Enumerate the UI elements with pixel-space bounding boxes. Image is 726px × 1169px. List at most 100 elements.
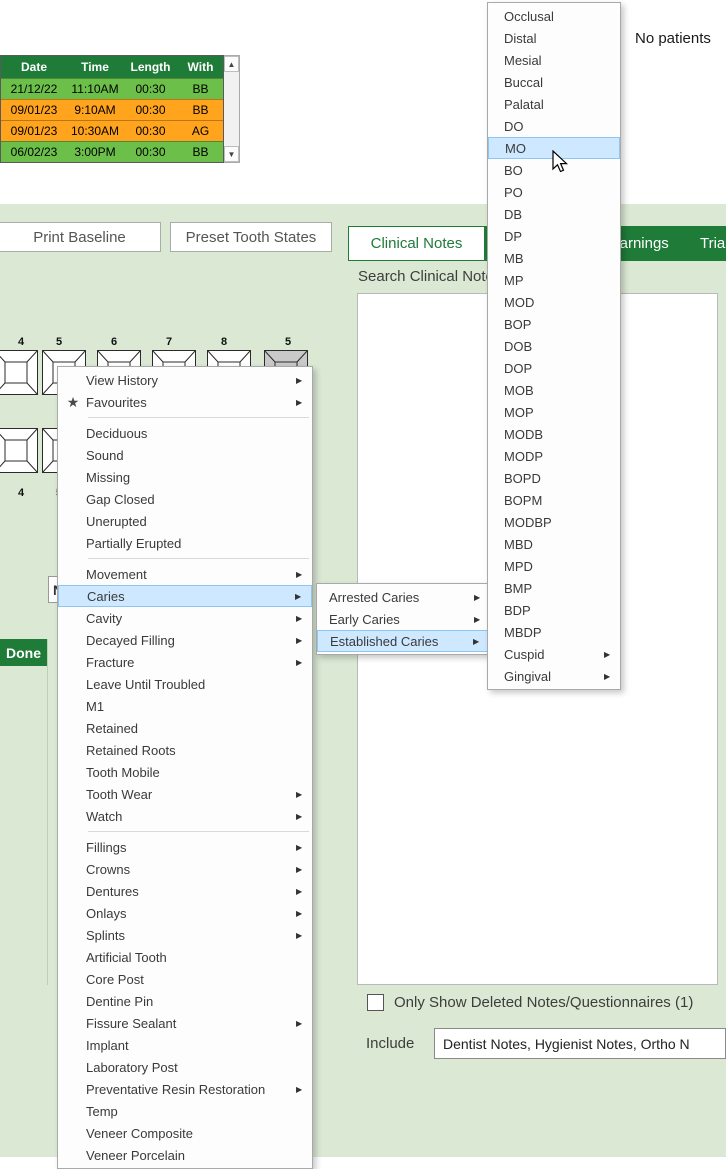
appointment-row[interactable]: 06/02/233:00PM00:30BB	[1, 141, 223, 162]
appointment-row[interactable]: 21/12/2211:10AM00:30BB	[1, 78, 223, 99]
submenu-arrow-icon: ▶	[296, 887, 312, 896]
menu-item-buccal[interactable]: Buccal	[488, 71, 620, 93]
menu-item-dop[interactable]: DOP	[488, 357, 620, 379]
scroll-up-button[interactable]: ▲	[224, 56, 239, 72]
menu-item-dp[interactable]: DP	[488, 225, 620, 247]
tooth-upper-4[interactable]	[0, 350, 38, 395]
menu-item-bdp[interactable]: BDP	[488, 599, 620, 621]
menu-item-veneer-porcelain[interactable]: Veneer Porcelain	[58, 1144, 312, 1166]
menu-item-artificial-tooth[interactable]: Artificial Tooth	[58, 946, 312, 968]
menu-item-established-caries[interactable]: Established Caries▶	[317, 630, 490, 652]
menu-item-mpd[interactable]: MPD	[488, 555, 620, 577]
include-filter-field[interactable]: Dentist Notes, Hygienist Notes, Ortho N	[434, 1028, 726, 1059]
menu-item-modbp[interactable]: MODBP	[488, 511, 620, 533]
menu-item-label: Established Caries	[330, 634, 473, 649]
appointment-row[interactable]: 09/01/2310:30AM00:30AG	[1, 120, 223, 141]
menu-item-dentures[interactable]: Dentures▶	[58, 880, 312, 902]
menu-item-arrested-caries[interactable]: Arrested Caries▶	[317, 586, 490, 608]
menu-item-occlusal[interactable]: Occlusal	[488, 5, 620, 27]
menu-item-palatal[interactable]: Palatal	[488, 93, 620, 115]
menu-item-gingival[interactable]: Gingival▶	[488, 665, 620, 687]
menu-item-unerupted[interactable]: Unerupted	[58, 510, 312, 532]
menu-item-tooth-wear[interactable]: Tooth Wear▶	[58, 783, 312, 805]
menu-item-label: Gingival	[504, 669, 604, 684]
menu-item-db[interactable]: DB	[488, 203, 620, 225]
menu-item-watch[interactable]: Watch▶	[58, 805, 312, 827]
menu-item-mesial[interactable]: Mesial	[488, 49, 620, 71]
menu-item-caries[interactable]: Caries▶	[58, 585, 312, 607]
menu-item-label: Veneer Porcelain	[86, 1148, 296, 1163]
menu-item-modb[interactable]: MODB	[488, 423, 620, 445]
menu-item-mod[interactable]: MOD	[488, 291, 620, 313]
menu-item-dob[interactable]: DOB	[488, 335, 620, 357]
menu-item-distal[interactable]: Distal	[488, 27, 620, 49]
menu-item-bop[interactable]: BOP	[488, 313, 620, 335]
menu-item-mp[interactable]: MP	[488, 269, 620, 291]
menu-item-laboratory-post[interactable]: Laboratory Post	[58, 1056, 312, 1078]
menu-item-crowns[interactable]: Crowns▶	[58, 858, 312, 880]
appointment-cell: 11:10AM	[67, 82, 123, 96]
menu-item-label: Leave Until Troubled	[86, 677, 296, 692]
menu-item-retained-roots[interactable]: Retained Roots	[58, 739, 312, 761]
menu-item-modp[interactable]: MODP	[488, 445, 620, 467]
menu-item-label: Tooth Wear	[86, 787, 296, 802]
menu-item-tooth-mobile[interactable]: Tooth Mobile	[58, 761, 312, 783]
column-header: Length	[123, 60, 178, 74]
menu-item-decayed-filling[interactable]: Decayed Filling▶	[58, 629, 312, 651]
menu-item-dentine-pin[interactable]: Dentine Pin	[58, 990, 312, 1012]
menu-item-view-history[interactable]: View History▶	[58, 369, 312, 391]
print-baseline-button[interactable]: Print Baseline	[0, 222, 161, 252]
menu-item-bopd[interactable]: BOPD	[488, 467, 620, 489]
menu-item-mbdp[interactable]: MBDP	[488, 621, 620, 643]
appointments-scrollbar[interactable]: ▲ ▼	[224, 55, 240, 163]
menu-item-early-caries[interactable]: Early Caries▶	[317, 608, 490, 630]
menu-item-onlays[interactable]: Onlays▶	[58, 902, 312, 924]
tooth-lower[interactable]	[0, 428, 38, 473]
show-deleted-checkbox[interactable]	[367, 994, 384, 1011]
menu-item-gap-closed[interactable]: Gap Closed	[58, 488, 312, 510]
menu-item-sound[interactable]: Sound	[58, 444, 312, 466]
appointment-cell: 09/01/23	[1, 103, 67, 117]
appointments-table: DateTimeLengthWith 21/12/2211:10AM00:30B…	[0, 55, 240, 163]
menu-item-fissure-sealant[interactable]: Fissure Sealant▶	[58, 1012, 312, 1034]
menu-item-label: BOP	[504, 317, 604, 332]
menu-item-fracture[interactable]: Fracture▶	[58, 651, 312, 673]
menu-item-bmp[interactable]: BMP	[488, 577, 620, 599]
menu-item-label: Implant	[86, 1038, 296, 1053]
menu-item-m1[interactable]: M1	[58, 695, 312, 717]
menu-item-mop[interactable]: MOP	[488, 401, 620, 423]
menu-item-cavity[interactable]: Cavity▶	[58, 607, 312, 629]
menu-item-fillings[interactable]: Fillings▶	[58, 836, 312, 858]
tab-tria[interactable]: Tria	[700, 226, 725, 261]
menu-item-veneer-composite[interactable]: Veneer Composite	[58, 1122, 312, 1144]
menu-item-deciduous[interactable]: Deciduous	[58, 422, 312, 444]
appointment-cell: 3:00PM	[67, 145, 123, 159]
menu-item-retained[interactable]: Retained	[58, 717, 312, 739]
menu-item-preventative-resin-restoration[interactable]: Preventative Resin Restoration▶	[58, 1078, 312, 1100]
menu-item-mb[interactable]: MB	[488, 247, 620, 269]
done-button[interactable]: Done	[0, 639, 47, 666]
menu-item-bopm[interactable]: BOPM	[488, 489, 620, 511]
preset-tooth-states-button[interactable]: Preset Tooth States	[170, 222, 332, 252]
menu-item-label: Retained Roots	[86, 743, 296, 758]
menu-item-leave-until-troubled[interactable]: Leave Until Troubled	[58, 673, 312, 695]
menu-item-mbd[interactable]: MBD	[488, 533, 620, 555]
menu-item-mob[interactable]: MOB	[488, 379, 620, 401]
menu-item-implant[interactable]: Implant	[58, 1034, 312, 1056]
column-header: Date	[1, 60, 67, 74]
menu-item-splints[interactable]: Splints▶	[58, 924, 312, 946]
scroll-down-button[interactable]: ▼	[224, 146, 239, 162]
column-header: Time	[67, 60, 123, 74]
menu-item-core-post[interactable]: Core Post	[58, 968, 312, 990]
appointment-row[interactable]: 09/01/239:10AM00:30BB	[1, 99, 223, 120]
menu-item-po[interactable]: PO	[488, 181, 620, 203]
menu-item-partially-erupted[interactable]: Partially Erupted	[58, 532, 312, 554]
menu-item-cuspid[interactable]: Cuspid▶	[488, 643, 620, 665]
tab-clinical-notes[interactable]: Clinical Notes	[348, 226, 485, 261]
menu-item-favourites[interactable]: ★Favourites▶	[58, 391, 312, 413]
menu-item-missing[interactable]: Missing	[58, 466, 312, 488]
menu-item-temp[interactable]: Temp	[58, 1100, 312, 1122]
menu-item-label: MPD	[504, 559, 604, 574]
menu-item-movement[interactable]: Movement▶	[58, 563, 312, 585]
menu-item-do[interactable]: DO	[488, 115, 620, 137]
